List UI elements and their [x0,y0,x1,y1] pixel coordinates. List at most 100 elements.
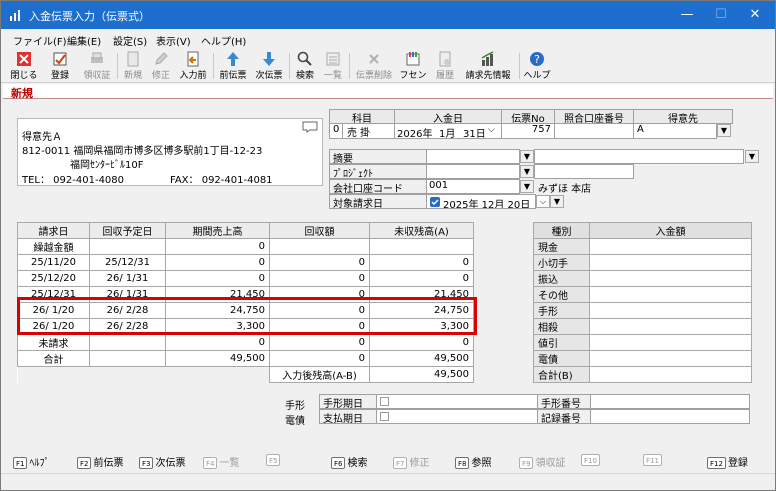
checkbox[interactable] [380,412,389,421]
densai-amount-input[interactable] [589,350,752,367]
minimize-button[interactable]: — [673,5,701,25]
transfer-amount-input[interactable] [589,270,752,287]
close-button[interactable]: 閉じる [7,51,41,81]
summary-text-dropdown-button[interactable]: ▼ [745,150,759,163]
checkbox[interactable] [380,397,389,406]
payment-row-transfer[interactable]: 振込 [533,270,752,287]
table-row[interactable]: 25/11/20 25/12/31 0 0 0 [17,254,474,271]
bank-code-input[interactable]: 001 [426,179,520,194]
f5-key[interactable]: F5 [266,454,282,466]
f10-key[interactable]: F10 [581,454,602,466]
densai-due-input[interactable] [376,409,538,424]
help-button[interactable]: ? ヘルプ [523,51,551,81]
f3-next-slip-key[interactable]: F3 次伝票 [139,454,185,469]
subject-code[interactable]: 0 [329,123,343,139]
search-button[interactable]: 検索 [293,51,317,81]
bill-amount-input[interactable] [589,302,752,319]
checkbox-checked-icon[interactable] [430,197,440,207]
offset-amount-input[interactable] [589,318,752,335]
f7-edit-key[interactable]: F7 修正 [393,454,429,469]
payment-row-offset[interactable]: 相殺 [533,318,752,335]
f6-search-key[interactable]: F6 検索 [331,454,367,469]
delete-slip-button[interactable]: 伝票削除 [353,51,395,81]
bank-dropdown-button[interactable]: ▼ [520,180,534,193]
chevron-down-icon[interactable]: ⌵ [488,125,495,135]
record-number-input[interactable] [590,409,750,424]
after-balance-label: 入力後残高(A-B) [269,366,370,383]
payment-row-discount[interactable]: 値引 [533,334,752,351]
project-dropdown-button[interactable]: ▼ [520,165,534,178]
f1-help-key[interactable]: F1 ﾍﾙﾌﾟ [13,454,49,469]
menu-edit[interactable]: 編集(E) [67,33,101,48]
account-number-field[interactable] [554,123,634,139]
payment-date-field[interactable]: 2026年 1月 31日 ⌵ [394,123,502,139]
payment-row-other[interactable]: その他 [533,286,752,303]
register-button[interactable]: 登録 [45,51,75,81]
payment-row-bill[interactable]: 手形 [533,302,752,319]
input-prev-button[interactable]: 入力前 [177,51,209,81]
new-button[interactable]: 新規 [121,51,145,81]
cell [89,238,166,255]
bank-name: みずほ 本店 [534,179,634,194]
table-row[interactable]: 26/ 1/20 26/ 2/28 24,750 0 24,750 [17,302,474,319]
table-row[interactable]: 繰越金額 0 [17,238,474,255]
f8-reference-key[interactable]: F8 参照 [455,454,491,469]
menu-file[interactable]: ファイル(F) [13,33,67,48]
summary-code-input[interactable] [426,149,520,164]
prev-slip-button[interactable]: 前伝票 [217,51,249,81]
cell: 26/ 1/20 [17,302,90,319]
target-date-dropdown-button[interactable]: ▼ [550,195,564,208]
project-name-display [534,164,634,179]
table-row[interactable]: 25/12/31 26/ 1/31 21,450 0 21,450 [17,286,474,303]
customer-dropdown-button[interactable]: ▼ [717,124,731,137]
memo-icon[interactable] [302,121,318,133]
cell: 24,750 [369,302,474,319]
cash-amount-input[interactable] [589,238,752,255]
payment-row-densai[interactable]: 電債 [533,350,752,367]
cell: 0 [269,286,370,303]
f4-list-key[interactable]: F4 一覧 [203,454,239,469]
table-row[interactable]: 26/ 1/20 26/ 2/28 3,300 0 3,300 [17,318,474,335]
table-row[interactable]: 未請求 0 0 0 [17,334,474,351]
edit-button[interactable]: 修正 [149,51,173,81]
f11-key[interactable]: F11 [643,454,664,466]
col-billing-date: 請求日 [17,222,90,239]
slip-number-field[interactable]: 757 [501,123,555,139]
subject-name[interactable]: 売 掛 [342,123,395,139]
list-button[interactable]: 一覧 [321,51,345,81]
history-button[interactable]: 履歴 [433,51,457,81]
densai-due-label: 支払期日 [319,409,377,425]
toolbar-separator [117,53,118,79]
summary-text-input[interactable] [534,149,744,164]
next-slip-button[interactable]: 次伝票 [253,51,285,81]
menu-settings[interactable]: 設定(S) [113,33,147,48]
close-window-button[interactable]: ✕ [741,5,769,25]
register-icon [53,52,67,66]
after-balance-value: 49,500 [369,366,474,383]
cell: 0 [269,334,370,351]
bill-number-input[interactable] [590,394,750,409]
payment-row-cash[interactable]: 現金 [533,238,752,255]
discount-amount-input[interactable] [589,334,752,351]
maximize-button[interactable]: ☐ [707,5,735,25]
fusen-button[interactable]: フセン [399,51,427,81]
table-row[interactable]: 25/12/20 26/ 1/31 0 0 0 [17,270,474,287]
billing-info-button[interactable]: 請求先情報 [461,51,515,81]
project-input[interactable] [426,164,520,179]
other-amount-input[interactable] [589,286,752,303]
receipt-button[interactable]: 領収証 [79,51,115,81]
bill-due-input[interactable] [376,394,538,409]
menu-view[interactable]: 表示(V) [156,33,191,48]
customer-code-field[interactable]: A [633,123,717,139]
bill-label: 手形 [285,401,305,412]
cell [89,334,166,351]
menu-help[interactable]: ヘルプ(H) [201,33,246,48]
target-date-field[interactable]: 2025年 12月 20日 [426,194,536,209]
f2-prev-slip-key[interactable]: F2 前伝票 [77,454,123,469]
summary-dropdown-button[interactable]: ▼ [520,150,534,163]
f9-receipt-key[interactable]: F9 領収証 [519,454,565,469]
payment-row-check[interactable]: 小切手 [533,254,752,271]
f12-register-key[interactable]: F12 登録 [707,454,748,469]
chevron-down-icon[interactable]: ⌵ [536,195,550,208]
check-amount-input[interactable] [589,254,752,271]
